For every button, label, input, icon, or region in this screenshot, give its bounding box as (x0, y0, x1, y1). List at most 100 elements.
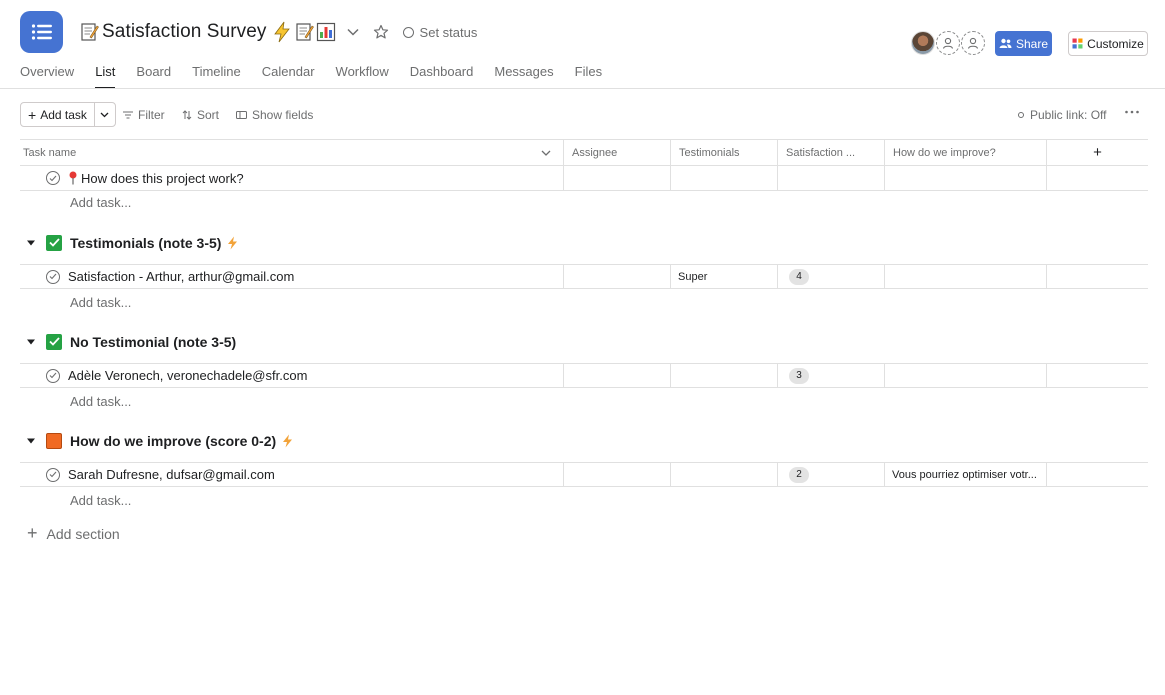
tab-files[interactable]: Files (575, 64, 602, 89)
add-section-button[interactable]: + Add section (27, 523, 120, 544)
assignee-cell[interactable] (563, 265, 670, 288)
task-name[interactable]: How does this project work? (81, 171, 244, 186)
collapse-caret-icon[interactable] (26, 337, 36, 347)
task-name-cell: How does this project work? (46, 166, 244, 190)
task-name[interactable]: Sarah Dufresne, dufsar@gmail.com (68, 467, 275, 482)
project-title-row: Satisfaction Survey Set status (78, 18, 477, 46)
testimonials-cell[interactable] (670, 166, 777, 190)
assignee-cell[interactable] (563, 166, 670, 190)
testimonials-cell[interactable]: Super (670, 265, 777, 288)
header-divider (0, 88, 1165, 89)
check-mark-button-icon (46, 333, 62, 350)
task-name[interactable]: Satisfaction - Arthur, arthur@gmail.com (68, 269, 294, 284)
plus-icon: + (28, 106, 37, 123)
column-satisfaction[interactable]: Satisfaction ... (777, 140, 884, 165)
public-link-label: Public link: Off (1030, 108, 1107, 122)
collapse-caret-icon[interactable] (26, 238, 36, 248)
empty-cell (1046, 364, 1148, 387)
customize-label: Customize (1087, 36, 1144, 51)
table-row[interactable]: Satisfaction - Arthur, arthur@gmail.com … (20, 264, 1148, 289)
more-options-icon[interactable] (1124, 104, 1140, 123)
column-header-row: Task name Assignee Testimonials Satisfac… (20, 139, 1148, 166)
complete-check-icon[interactable] (46, 467, 60, 482)
people-icon (999, 38, 1012, 48)
rule-lightning-icon[interactable] (282, 434, 293, 448)
add-task-dropdown[interactable] (95, 103, 115, 126)
filter-label: Filter (138, 108, 165, 122)
task-name-cell: Satisfaction - Arthur, arthur@gmail.com (46, 265, 294, 288)
add-task-split-button: + Add task (20, 102, 116, 127)
public-link-toggle[interactable]: Public link: Off (1018, 108, 1106, 122)
filter-button[interactable]: Filter (123, 108, 165, 122)
memo-icon (293, 21, 315, 43)
show-fields-button[interactable]: Show fields (236, 108, 313, 122)
improve-cell[interactable]: Vous pourriez optimiser votr... (884, 463, 1046, 486)
chevron-down-icon (100, 112, 109, 117)
column-how-improve[interactable]: How do we improve? (884, 140, 1046, 165)
tab-list[interactable]: List (95, 64, 116, 89)
plus-icon: + (1093, 144, 1102, 161)
project-title[interactable]: Satisfaction Survey (102, 21, 267, 43)
section-title[interactable]: No Testimonial (note 3-5) (70, 334, 236, 350)
improve-cell[interactable] (884, 265, 1046, 288)
add-task-inline[interactable]: Add task... (70, 195, 131, 210)
satisfaction-cell[interactable] (777, 166, 884, 190)
add-task-inline[interactable]: Add task... (70, 394, 131, 409)
empty-cell (1046, 463, 1148, 486)
project-tabs: Overview List Board Timeline Calendar Wo… (20, 64, 623, 89)
tab-calendar[interactable]: Calendar (262, 64, 315, 89)
section-title[interactable]: How do we improve (score 0-2) (70, 433, 276, 449)
add-task-inline[interactable]: Add task... (70, 295, 131, 310)
empty-avatar-icon[interactable] (936, 31, 960, 55)
tab-dashboard[interactable]: Dashboard (410, 64, 474, 89)
column-testimonials[interactable]: Testimonials (670, 140, 777, 165)
collapse-caret-icon[interactable] (26, 436, 36, 446)
satisfaction-cell[interactable]: 3 (777, 364, 884, 387)
star-icon[interactable] (369, 20, 393, 44)
tab-timeline[interactable]: Timeline (192, 64, 241, 89)
avatar[interactable] (911, 31, 935, 55)
rule-lightning-icon[interactable] (227, 236, 238, 250)
tab-overview[interactable]: Overview (20, 64, 74, 89)
public-link-dot-icon (1018, 112, 1024, 118)
tab-messages[interactable]: Messages (494, 64, 553, 89)
table-row[interactable]: How does this project work? (20, 166, 1148, 191)
section-title[interactable]: Testimonials (note 3-5) (70, 235, 221, 251)
satisfaction-cell[interactable]: 4 (777, 265, 884, 288)
add-task-inline[interactable]: Add task... (70, 493, 131, 508)
show-fields-label: Show fields (252, 108, 314, 122)
add-column-button[interactable]: + (1046, 140, 1148, 165)
testimonials-cell[interactable] (670, 364, 777, 387)
tab-board[interactable]: Board (136, 64, 171, 89)
satisfaction-cell[interactable]: 2 (777, 463, 884, 486)
column-label: Task name (23, 146, 77, 159)
project-icon[interactable] (20, 11, 63, 53)
member-avatars[interactable] (911, 31, 986, 55)
improve-cell[interactable] (884, 364, 1046, 387)
testimonials-cell[interactable] (670, 463, 777, 486)
add-section-label: Add section (46, 525, 120, 542)
task-name[interactable]: Adèle Veronech, veronechadele@sfr.com (68, 368, 307, 383)
complete-check-icon[interactable] (46, 171, 60, 185)
complete-check-icon[interactable] (46, 269, 60, 284)
orange-square-icon (46, 432, 62, 449)
empty-cell (1046, 265, 1148, 288)
table-row[interactable]: Sarah Dufresne, dufsar@gmail.com 2 Vous … (20, 462, 1148, 487)
chevron-down-icon[interactable] (341, 20, 365, 44)
assignee-cell[interactable] (563, 364, 670, 387)
customize-button[interactable]: Customize (1068, 31, 1148, 56)
column-task-name[interactable]: Task name (20, 140, 563, 165)
improve-cell[interactable] (884, 166, 1046, 190)
add-task-button[interactable]: + Add task (21, 103, 95, 126)
share-button[interactable]: Share (995, 31, 1052, 56)
set-status-button[interactable]: Set status (402, 25, 477, 40)
plus-icon: + (27, 523, 38, 543)
complete-check-icon[interactable] (46, 368, 60, 383)
assignee-cell[interactable] (563, 463, 670, 486)
chevron-down-icon[interactable] (541, 150, 551, 156)
table-row[interactable]: Adèle Veronech, veronechadele@sfr.com 3 (20, 363, 1148, 388)
column-assignee[interactable]: Assignee (563, 140, 670, 165)
empty-avatar-icon[interactable] (961, 31, 985, 55)
sort-button[interactable]: Sort (182, 108, 219, 122)
tab-workflow[interactable]: Workflow (336, 64, 389, 89)
